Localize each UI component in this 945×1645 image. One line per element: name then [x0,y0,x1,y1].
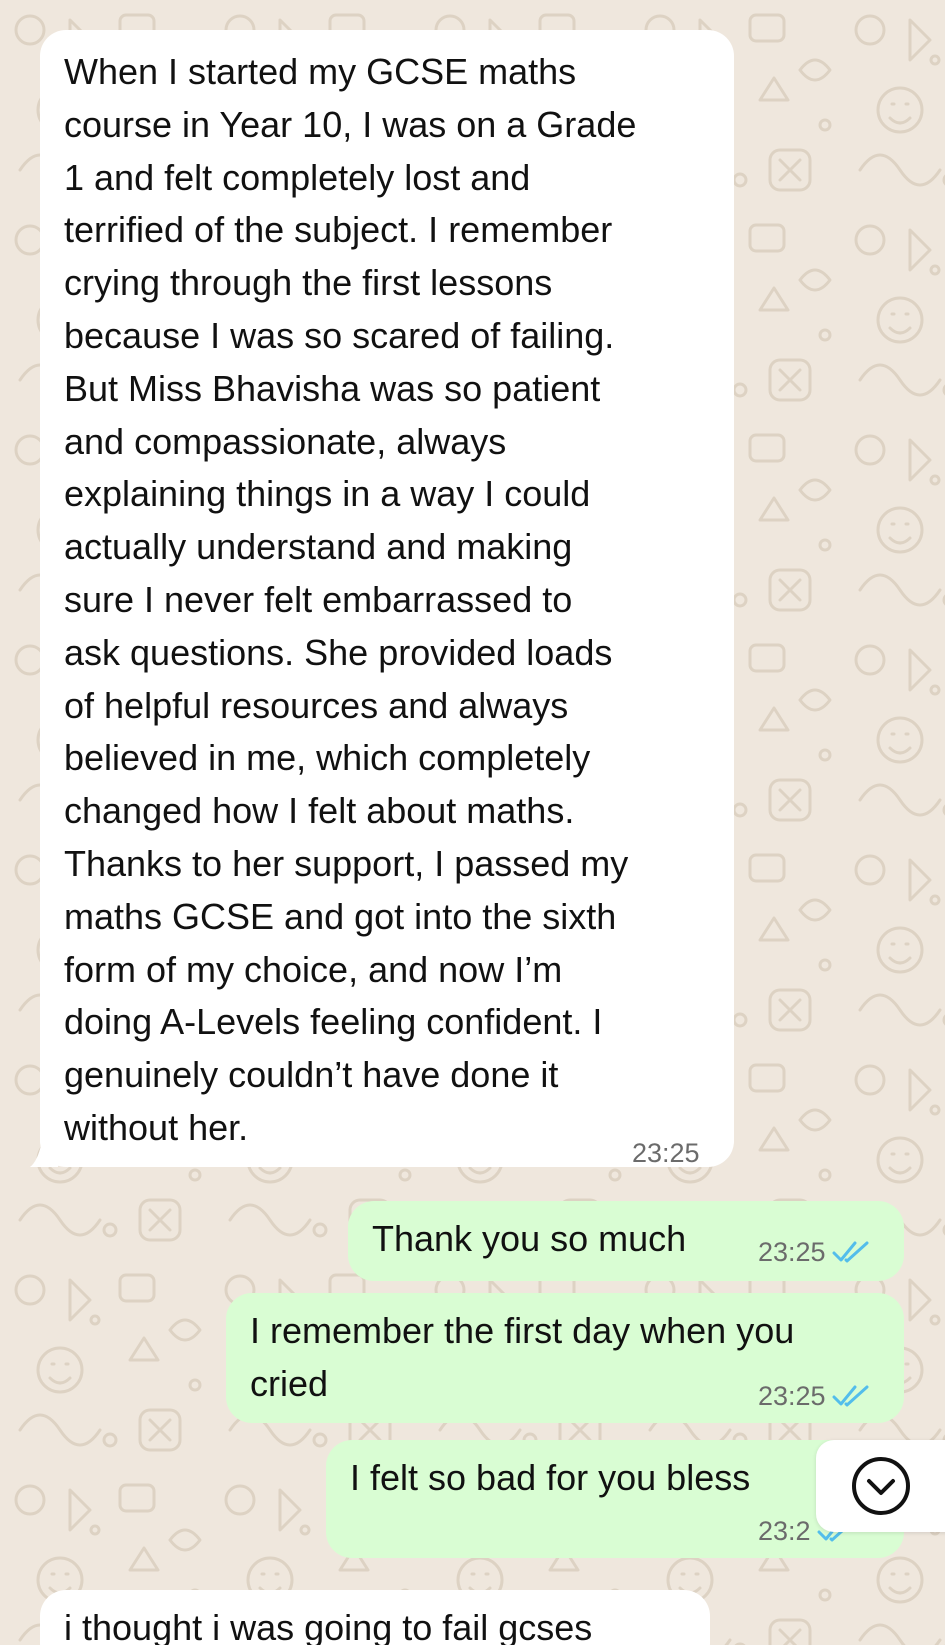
message-meta: 23:25 [758,1237,870,1267]
message-timestamp: 23:25 [632,1138,700,1168]
message-bubble-incoming[interactable]: i thought i was going to fail gcses [40,1590,710,1645]
message-text: When I started my GCSE maths course in Y… [64,51,637,1148]
message-text: I felt so bad for you bless [350,1457,751,1498]
bubble-tail [30,1141,58,1167]
message-text: Thank you so much [372,1218,687,1259]
message-meta: 23:25 [758,1381,870,1411]
timestamp-text: 23:25 [758,1237,826,1267]
timestamp-text: 23:2 [758,1516,811,1546]
message-bubble-outgoing[interactable]: I remember the first day when you cried … [226,1293,904,1423]
double-check-icon [832,1385,869,1407]
message-text: i thought i was going to fail gcses [64,1607,593,1645]
double-check-icon [832,1241,869,1263]
timestamp-text: 23:25 [758,1381,826,1411]
scroll-to-bottom-button[interactable] [816,1440,945,1532]
message-bubble-outgoing[interactable]: Thank you so much 23:25 [348,1201,904,1281]
message-bubble-incoming[interactable]: When I started my GCSE maths course in Y… [40,30,734,1168]
message-text: I remember the first day when you cried [250,1310,795,1404]
timestamp-text: 23:25 [632,1138,700,1168]
chevron-down-circle-icon [852,1457,910,1515]
